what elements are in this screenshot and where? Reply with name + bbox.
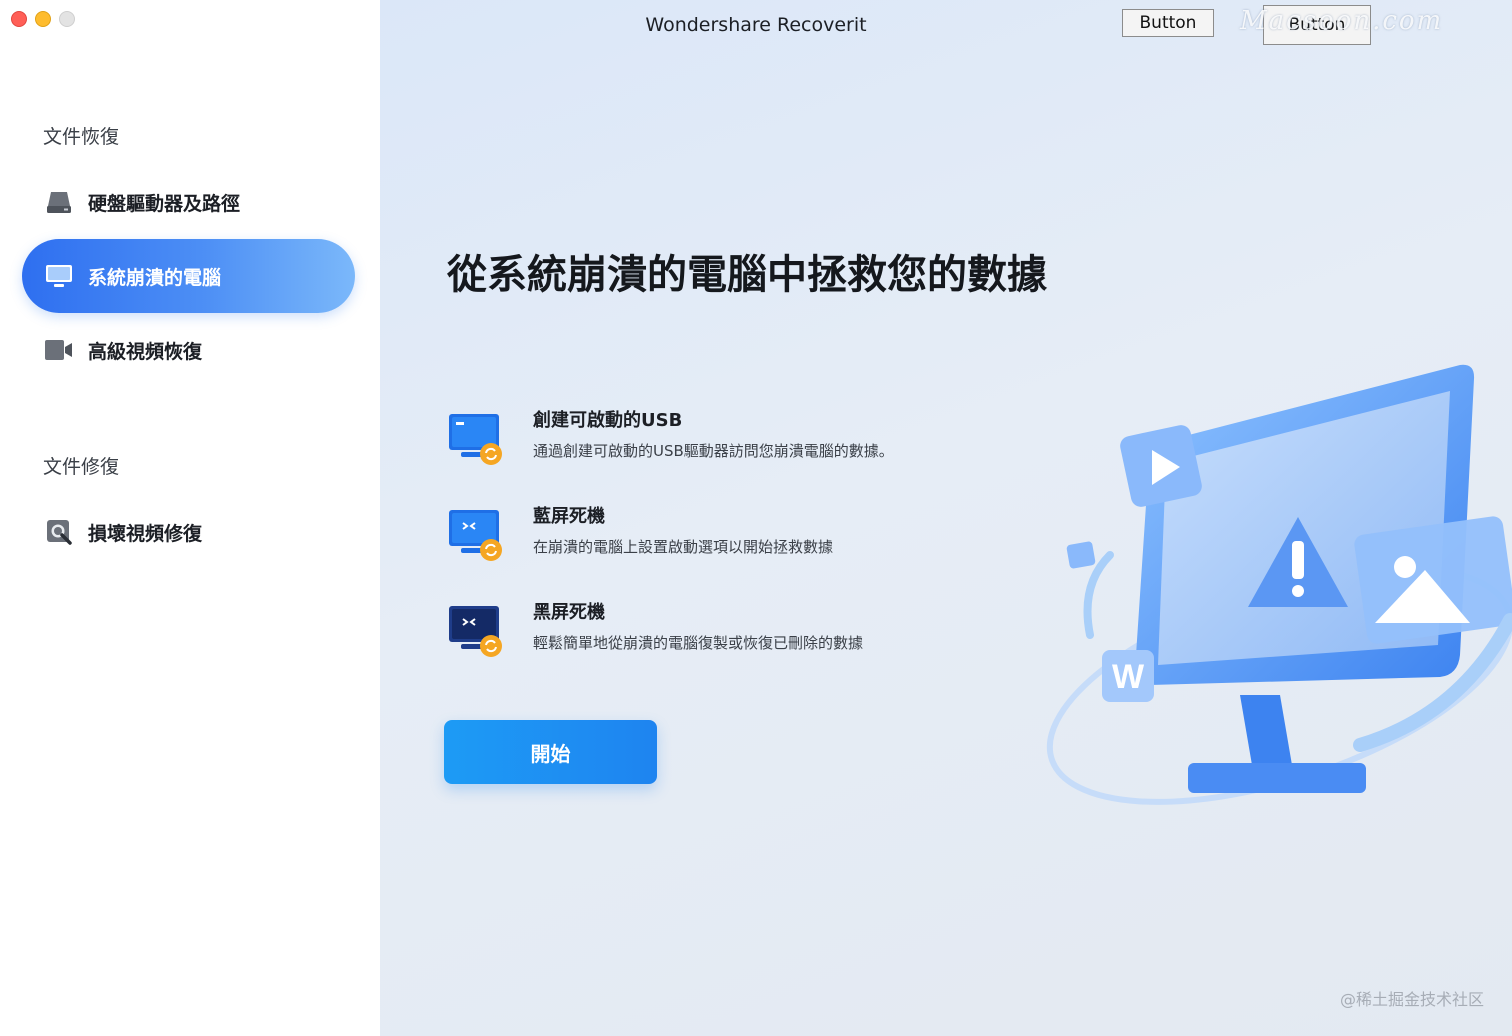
feature-description: 輕鬆簡單地從崩潰的電腦復製或恢復已刪除的數據	[533, 634, 864, 652]
main-panel: Wondershare Recoverit Button Button Macs…	[380, 0, 1512, 1036]
window-controls	[11, 11, 75, 27]
sidebar-item-advanced-video[interactable]: 高級視頻恢復	[22, 313, 355, 387]
feature-description: 在崩潰的電腦上設置啟動選項以開始拯救數據	[533, 538, 834, 556]
sidebar-item-label: 系統崩潰的電腦	[88, 266, 222, 289]
black-screen-icon	[447, 604, 507, 660]
watermark: Macsoon.com	[1240, 6, 1444, 36]
minimize-window-button[interactable]	[35, 11, 51, 27]
bootable-usb-icon	[447, 412, 507, 468]
app-title: Wondershare Recoverit	[645, 14, 867, 36]
footer-credit: @稀土掘金技术社区	[1339, 990, 1484, 1009]
video-camera-icon	[44, 335, 74, 365]
sidebar-item-hard-drive[interactable]: 硬盤驅動器及路徑	[22, 165, 355, 239]
app-window: 文件恢復 硬盤驅動器及路徑 系統崩潰的電腦 高級視頻恢復 文件修復 損壞視頻修復…	[0, 0, 1512, 1036]
sidebar-item-video-repair[interactable]: 損壞視頻修復	[22, 495, 355, 569]
feature-blue-screen: 藍屏死機 在崩潰的電腦上設置啟動選項以開始拯救數據	[447, 502, 1007, 582]
page-title: 從系統崩潰的電腦中拯救您的數據	[447, 252, 1047, 298]
monitor-illustration-icon: W	[1046, 364, 1512, 805]
close-window-button[interactable]	[11, 11, 27, 27]
sidebar-item-label: 硬盤驅動器及路徑	[88, 192, 241, 215]
feature-title: 黑屏死機	[533, 602, 605, 623]
sidebar: 文件恢復 硬盤驅動器及路徑 系統崩潰的電腦 高級視頻恢復 文件修復 損壞視頻修復	[0, 0, 380, 1036]
computer-icon	[44, 261, 74, 291]
video-repair-icon	[44, 517, 74, 547]
sidebar-item-crashed-computer[interactable]: 系統崩潰的電腦	[22, 239, 355, 313]
toolbar-button-1[interactable]: Button	[1122, 9, 1214, 37]
section-title-file-recovery: 文件恢復	[43, 126, 120, 148]
feature-bootable-usb: 創建可啟動的USB 通過創建可啟動的USB驅動器訪問您崩潰電腦的數據。	[447, 406, 1007, 486]
crashed-computer-illustration: W	[1030, 355, 1512, 825]
feature-black-screen: 黑屏死機 輕鬆簡單地從崩潰的電腦復製或恢復已刪除的數據	[447, 598, 1007, 678]
feature-title: 創建可啟動的USB	[533, 410, 683, 431]
section-title-file-repair: 文件修復	[43, 456, 120, 478]
hard-drive-icon	[44, 187, 74, 217]
start-button[interactable]: 開始	[444, 720, 657, 784]
feature-description: 通過創建可啟動的USB驅動器訪問您崩潰電腦的數據。	[533, 442, 894, 460]
blue-screen-icon	[447, 508, 507, 564]
maximize-window-button[interactable]	[59, 11, 75, 27]
feature-title: 藍屏死機	[533, 506, 605, 527]
sidebar-item-label: 損壞視頻修復	[88, 522, 203, 545]
svg-text:W: W	[1112, 658, 1145, 696]
sidebar-item-label: 高級視頻恢復	[88, 340, 203, 363]
